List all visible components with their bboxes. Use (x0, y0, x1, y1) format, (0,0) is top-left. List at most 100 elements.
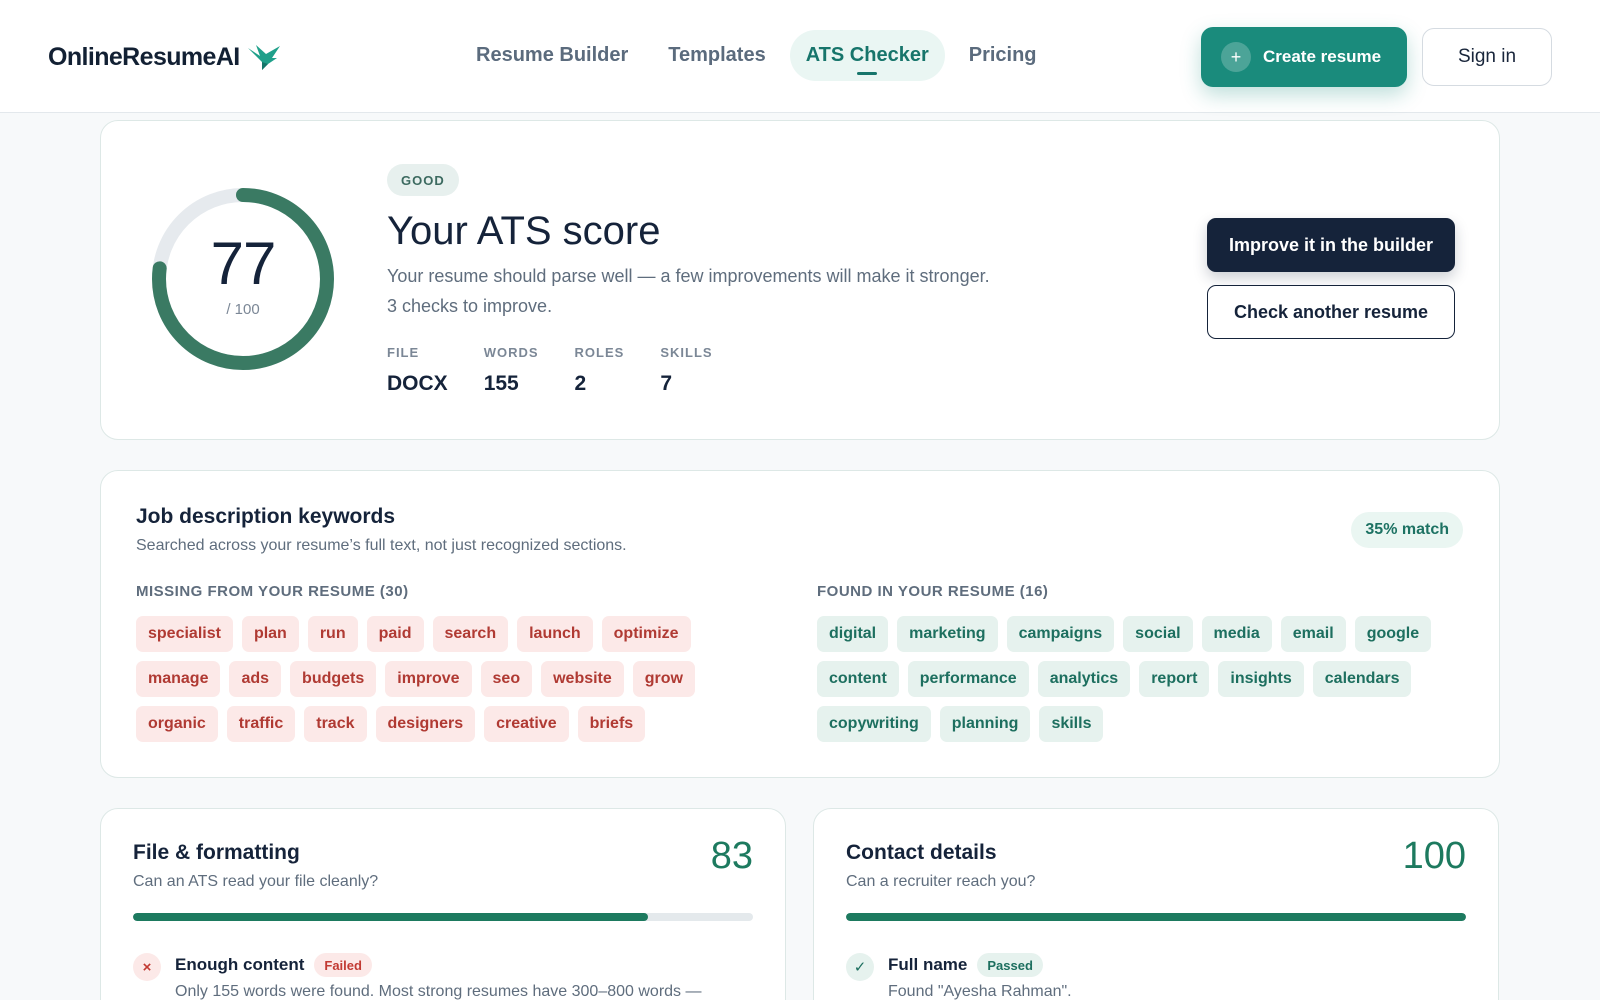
found-keyword-chip: social (1123, 616, 1193, 652)
passed-badge: Passed (977, 953, 1043, 977)
missing-keyword-chip: seo (480, 661, 533, 697)
section-title: Contact details (846, 841, 997, 864)
close-icon: × (133, 953, 161, 981)
plus-icon: + (1221, 42, 1251, 72)
file-formatting-card: File & formatting Can an ATS read your f… (100, 808, 786, 1000)
section-progress-fill (846, 913, 1466, 921)
checkmark-icon: ✓ (846, 953, 874, 981)
found-keywords-heading: FOUND IN YOUR RESUME (16) (817, 583, 1049, 600)
logo[interactable]: OnlineResumeAI (48, 42, 282, 72)
found-keywords-column: FOUND IN YOUR RESUME (16) digital marketi… (817, 583, 1457, 742)
missing-keyword-chip: paid (366, 616, 424, 652)
score-value: 77 (210, 230, 277, 297)
check-name-label: Full name (888, 955, 968, 974)
bird-logo-icon (247, 45, 280, 70)
check-detail: Found "Ayesha Rahman". (888, 983, 1072, 1000)
missing-keyword-chip: grow (632, 661, 695, 697)
missing-keyword-chip: website (541, 661, 624, 697)
stat-value: 2 (574, 372, 587, 395)
missing-keyword-list: specialist plan run paid search launch optimiz… (136, 616, 696, 742)
found-keyword-list: digital marketing campaigns social media emai… (817, 616, 1457, 742)
missing-keyword-chip: plan (241, 616, 299, 652)
found-keyword-chip: marketing (897, 616, 998, 652)
found-keyword-chip: analytics (1037, 661, 1131, 697)
stat-value: 155 (483, 372, 519, 395)
stat-skills: SKILLS 7 (660, 345, 712, 396)
missing-keyword-chip: ads (229, 661, 282, 697)
create-resume-label: Create resume (1263, 47, 1382, 66)
nav-pricing[interactable]: Pricing (953, 30, 1053, 81)
missing-keyword-chip: launch (517, 616, 593, 652)
stat-label: FILE (387, 345, 420, 360)
check-name: Enough content Failed (175, 953, 372, 977)
section-progress-bar (846, 913, 1466, 921)
stat-words: WORDS 155 (484, 345, 539, 396)
missing-keywords-heading: MISSING FROM YOUR RESUME (30) (136, 583, 409, 600)
stat-label: SKILLS (660, 345, 713, 360)
sign-in-button[interactable]: Sign in (1422, 28, 1552, 86)
check-name-label: Enough content (175, 955, 305, 974)
missing-keyword-chip: manage (136, 661, 221, 697)
missing-keyword-chip: search (432, 616, 509, 652)
missing-keyword-chip: run (307, 616, 358, 652)
missing-keyword-chip: improve (385, 661, 472, 697)
keywords-subtitle: Searched across your resume’s full text,… (136, 537, 627, 554)
stat-label: ROLES (574, 345, 625, 360)
section-progress-bar (133, 913, 753, 921)
stat-roles: ROLES 2 (575, 345, 625, 396)
missing-keyword-chip: optimize (601, 616, 691, 652)
missing-keyword-chip: track (304, 706, 367, 742)
found-keyword-chip: campaigns (1006, 616, 1115, 652)
score-max: / 100 (226, 301, 260, 318)
stat-file: FILE DOCX (387, 345, 448, 396)
checks-to-improve: 3 checks to improve. (387, 296, 553, 316)
found-keyword-chip: performance (907, 661, 1029, 697)
improve-in-builder-button[interactable]: Improve it in the builder (1207, 218, 1455, 272)
found-keyword-chip: copywriting (817, 706, 931, 742)
found-keyword-chip: content (817, 661, 899, 697)
keywords-title: Job description keywords (136, 505, 396, 528)
found-keyword-chip: calendars (1312, 661, 1412, 697)
job-keywords-card: Job description keywords Searched across… (100, 470, 1500, 778)
missing-keyword-chip: creative (484, 706, 569, 742)
section-score: 83 (710, 835, 753, 877)
contact-details-card: Contact details Can a recruiter reach yo… (813, 808, 1499, 1000)
missing-keyword-chip: budgets (290, 661, 377, 697)
missing-keyword-chip: briefs (577, 706, 646, 742)
nav-ats-checker[interactable]: ATS Checker (789, 30, 945, 81)
found-keyword-chip: email (1280, 616, 1346, 652)
score-description-text: Your resume should parse well — a few im… (387, 266, 990, 286)
top-nav-bar: OnlineResumeAI Resume Builder Templates … (0, 0, 1600, 113)
found-keyword-chip: google (1354, 616, 1432, 652)
stat-label: WORDS (483, 345, 539, 360)
found-keyword-chip: skills (1039, 706, 1104, 742)
score-title: Your ATS score (387, 209, 661, 253)
match-badge: 35% match (1351, 512, 1463, 548)
section-subtitle: Can a recruiter reach you? (846, 873, 1036, 890)
section-title: File & formatting (133, 841, 300, 864)
section-subtitle: Can an ATS read your file cleanly? (133, 873, 379, 890)
failed-badge: Failed (314, 953, 372, 977)
missing-keyword-chip: organic (136, 706, 218, 742)
missing-keywords-column: MISSING FROM YOUR RESUME (30) specialist… (136, 583, 696, 742)
nav-templates[interactable]: Templates (652, 30, 781, 81)
section-progress-fill (133, 913, 648, 921)
found-keyword-chip: insights (1218, 661, 1304, 697)
check-name: Full name Passed (888, 953, 1043, 977)
ats-score-card: 77 / 100 GOOD Your ATS score Your resume… (100, 120, 1500, 440)
resume-stats: FILE DOCX WORDS 155 ROLES 2 SKILLS 7 (387, 345, 749, 396)
nav-resume-builder[interactable]: Resume Builder (460, 30, 644, 81)
stat-value: DOCX (387, 372, 448, 395)
score-description: Your resume should parse well — a few im… (387, 261, 990, 321)
section-score: 100 (1402, 835, 1466, 877)
found-keyword-chip: media (1201, 616, 1272, 652)
missing-keyword-chip: traffic (226, 706, 296, 742)
found-keyword-chip: report (1139, 661, 1210, 697)
logo-text: OnlineResumeAI (48, 42, 240, 71)
main-nav: Resume Builder Templates ATS Checker Pri… (460, 30, 1053, 81)
found-keyword-chip: planning (939, 706, 1031, 742)
create-resume-button[interactable]: + Create resume (1201, 27, 1407, 87)
check-another-resume-button[interactable]: Check another resume (1207, 285, 1455, 339)
missing-keyword-chip: specialist (136, 616, 233, 652)
stat-value: 7 (660, 372, 673, 395)
